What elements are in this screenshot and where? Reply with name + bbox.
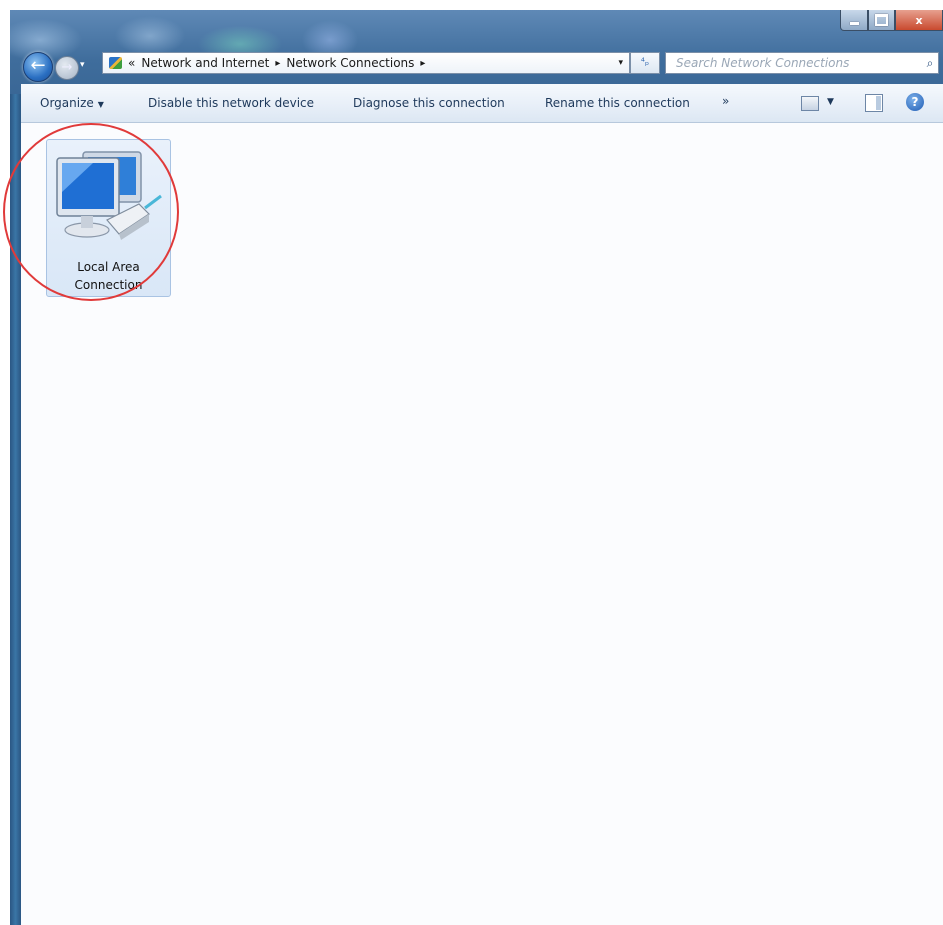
minimize-button[interactable] [840, 10, 868, 31]
rename-connection-label: Rename this connection [545, 96, 690, 110]
minimize-icon [849, 21, 859, 25]
breadcrumb-separator[interactable]: ▸ [275, 58, 280, 69]
command-bar: Organize ▼ Disable this network device Di… [21, 84, 943, 123]
address-dropdown-icon[interactable]: ▾ [618, 58, 623, 68]
item-label-line1: Local Area [77, 260, 140, 274]
maximize-icon [875, 14, 888, 26]
connections-list: Local Area Connection [21, 123, 943, 925]
breadcrumb-overflow[interactable]: « [128, 56, 135, 70]
view-options-dropdown[interactable]: ▼ [827, 97, 834, 107]
help-icon[interactable]: ? [906, 93, 924, 111]
back-button[interactable]: ← [23, 52, 53, 82]
preview-pane-icon[interactable] [865, 94, 883, 112]
forward-button[interactable]: → [55, 56, 79, 80]
caption-buttons: x [840, 10, 943, 32]
help-glyph: ? [911, 95, 919, 109]
close-button[interactable]: x [895, 10, 943, 31]
chevron-down-icon: ▼ [97, 100, 104, 109]
search-box[interactable]: ⌕ [665, 52, 939, 74]
control-panel-icon [109, 57, 122, 69]
breadcrumb-network-and-internet[interactable]: Network and Internet [141, 56, 269, 70]
refresh-icon: ⁴ₚ [640, 57, 650, 68]
diagnose-connection-button[interactable]: Diagnose this connection [353, 96, 505, 110]
breadcrumb-network-connections[interactable]: Network Connections [286, 56, 414, 70]
back-arrow-icon: ← [30, 55, 46, 76]
more-commands-button[interactable]: » [722, 94, 729, 108]
recent-pages-dropdown[interactable]: ▾ [80, 60, 85, 70]
organize-button[interactable]: Organize ▼ [40, 96, 104, 110]
diagnose-connection-label: Diagnose this connection [353, 96, 505, 110]
explorer-window: x ← → ▾ « Network and Internet ▸ Network… [10, 10, 943, 925]
search-input[interactable] [674, 55, 922, 71]
item-label-line2: Connection [74, 278, 143, 292]
network-adapter-icon [56, 151, 162, 240]
refresh-button[interactable]: ⁴ₚ [630, 52, 660, 74]
more-commands-icon: » [722, 94, 730, 108]
disable-device-button[interactable]: Disable this network device [148, 96, 314, 110]
disable-device-label: Disable this network device [148, 96, 315, 110]
organize-label: Organize [40, 96, 94, 110]
list-item-local-area-connection[interactable]: Local Area Connection [46, 139, 171, 297]
chevron-down-icon: ▾ [80, 60, 85, 70]
address-bar[interactable]: « Network and Internet ▸ Network Connect… [102, 52, 630, 74]
search-icon[interactable]: ⌕ [922, 56, 938, 71]
window-border [10, 94, 21, 925]
item-label: Local Area Connection [47, 258, 170, 294]
forward-arrow-icon: → [61, 60, 73, 75]
breadcrumb-separator[interactable]: ▸ [420, 58, 425, 69]
maximize-button[interactable] [868, 10, 895, 31]
change-view-icon[interactable] [801, 96, 819, 111]
rename-connection-button[interactable]: Rename this connection [545, 96, 690, 110]
close-icon: x [915, 13, 923, 27]
